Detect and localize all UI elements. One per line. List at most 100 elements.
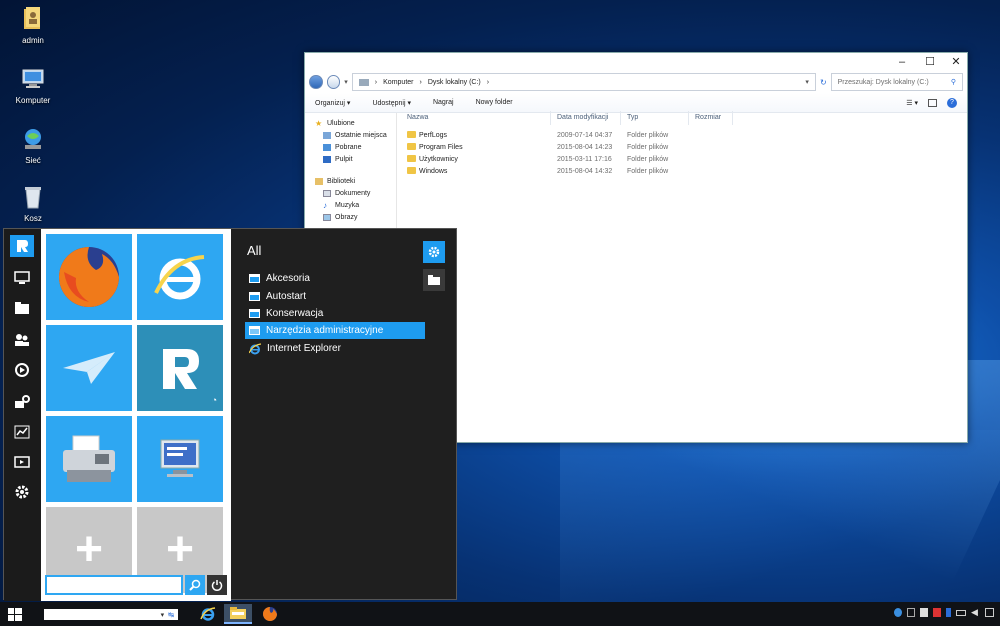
- media-icon[interactable]: [10, 359, 34, 381]
- new-folder-button[interactable]: Nowy folder: [476, 99, 513, 106]
- maximize-button[interactable]: ☐: [917, 53, 943, 71]
- display-icon[interactable]: [10, 451, 34, 473]
- start-search-input[interactable]: [45, 575, 183, 595]
- gear-icon: [428, 246, 440, 258]
- nav-item-desktop[interactable]: Pulpit: [305, 153, 396, 165]
- taskbar-search-input[interactable]: ▾ ↹: [44, 609, 178, 620]
- computer-icon: [20, 66, 46, 92]
- system-tray: ◀: [894, 608, 994, 617]
- chevron-down-icon[interactable]: ▾: [161, 611, 165, 619]
- taskbar-app-firefox[interactable]: [256, 604, 284, 624]
- security-tray-icon[interactable]: [933, 608, 941, 617]
- column-type[interactable]: Typ: [621, 111, 689, 125]
- internet-explorer-icon: [249, 342, 261, 354]
- tile-firefox[interactable]: [46, 234, 132, 320]
- desktop-icon: [323, 155, 331, 163]
- computer-icon[interactable]: [10, 267, 34, 289]
- notification-icon[interactable]: [985, 608, 994, 617]
- go-icon[interactable]: ↹: [168, 611, 174, 619]
- burn-button[interactable]: Nagraj: [433, 99, 454, 106]
- tile-fax[interactable]: [46, 416, 132, 502]
- desktop-icon-admin[interactable]: admin: [8, 6, 58, 45]
- file-row[interactable]: PerfLogs 2009-07-14 04:37 Folder plików: [401, 129, 961, 141]
- app-item-autostart[interactable]: Autostart: [245, 288, 425, 305]
- tile-internet-explorer[interactable]: [137, 234, 223, 320]
- wallpaper-light-beam: [560, 430, 1000, 610]
- bluetooth-icon[interactable]: [946, 608, 951, 617]
- recent-pages-icon[interactable]: ▾: [344, 78, 348, 86]
- tile-start-menu-app[interactable]: ◔: [137, 325, 223, 411]
- address-bar[interactable]: › Komputer › Dysk lokalny (C:) › ▾: [351, 73, 816, 91]
- column-size[interactable]: Rozmiar: [689, 111, 733, 125]
- chevron-right-icon: ›: [374, 78, 378, 86]
- view-options-icon[interactable]: ☰ ▾: [906, 99, 918, 107]
- organize-button[interactable]: Organizuj ▾: [315, 99, 350, 107]
- nav-favorites[interactable]: ★ Ulubione: [305, 117, 396, 129]
- flag-tray-icon[interactable]: [920, 608, 928, 617]
- performance-icon[interactable]: [10, 421, 34, 443]
- paper-plane-icon: [63, 352, 115, 384]
- start-rail: [4, 229, 41, 601]
- search-placeholder: Przeszukaj: Dysk lokalny (C:): [837, 78, 929, 86]
- app-item-internet-explorer[interactable]: Internet Explorer: [245, 340, 425, 357]
- preview-pane-icon[interactable]: [928, 98, 937, 107]
- desktop-icon-recycle-bin[interactable]: Kosz: [8, 184, 58, 223]
- folder-icon[interactable]: [10, 297, 34, 319]
- folder-icon: [249, 292, 260, 301]
- column-name[interactable]: Nazwa: [401, 111, 551, 125]
- gear-icon[interactable]: [10, 481, 34, 503]
- users-icon[interactable]: [10, 329, 34, 351]
- help-icon[interactable]: ?: [947, 97, 957, 108]
- file-row[interactable]: Program Files 2015-08-04 14:23 Folder pl…: [401, 141, 961, 153]
- windows-logo-icon: [8, 608, 22, 621]
- file-row[interactable]: Windows 2015-08-04 14:32 Folder plików: [401, 165, 961, 177]
- desktop-icon-computer[interactable]: Komputer: [8, 66, 58, 105]
- start-menu-app-icon[interactable]: [10, 235, 34, 257]
- power-icon: [211, 580, 223, 591]
- nav-libraries[interactable]: Biblioteki: [305, 175, 396, 187]
- power-button[interactable]: [207, 575, 227, 595]
- documents-icon: [323, 189, 331, 197]
- breadcrumb-drive[interactable]: Dysk lokalny (C:): [428, 79, 481, 86]
- forward-button[interactable]: [326, 75, 341, 89]
- minimize-button[interactable]: –: [889, 53, 915, 71]
- column-modified[interactable]: Data modyfikacji: [551, 111, 621, 125]
- app-item-konserwacja[interactable]: Konserwacja: [245, 305, 425, 322]
- tile-control-panel[interactable]: [137, 416, 223, 502]
- breadcrumb-computer[interactable]: Komputer: [383, 79, 413, 86]
- network-tray-icon[interactable]: [894, 608, 902, 617]
- internet-explorer-icon: [200, 607, 216, 621]
- search-input[interactable]: Przeszukaj: Dysk lokalny (C:) ⚲: [830, 73, 963, 91]
- tools-icon[interactable]: [10, 391, 34, 413]
- taskbar-app-internet-explorer[interactable]: [194, 604, 222, 624]
- nav-item-pictures[interactable]: Obrazy: [305, 211, 396, 223]
- chevron-down-icon[interactable]: ▾: [805, 78, 809, 86]
- app-item-akcesoria[interactable]: Akcesoria: [245, 270, 425, 287]
- control-panel-icon: [160, 439, 200, 477]
- title-bar[interactable]: – ☐ ✕: [305, 53, 967, 71]
- nav-item-music[interactable]: ♪ Muzyka: [305, 199, 396, 211]
- settings-button[interactable]: [423, 241, 445, 263]
- app-item-narzedzia-administracyjne[interactable]: Narzędzia administracyjne: [245, 322, 425, 339]
- nav-item-documents[interactable]: Dokumenty: [305, 187, 396, 199]
- file-row[interactable]: Użytkownicy 2015-03-11 17:16 Folder plik…: [401, 153, 961, 165]
- battery-icon[interactable]: [956, 609, 966, 616]
- start-button[interactable]: [8, 608, 22, 624]
- nav-item-recent[interactable]: Ostatnie miejsca: [305, 129, 396, 141]
- folder-icon: [428, 275, 440, 285]
- back-button[interactable]: [309, 75, 323, 89]
- tile-paper-plane[interactable]: [46, 325, 132, 411]
- desktop-icon-network[interactable]: Sieć: [8, 126, 58, 165]
- search-button[interactable]: [185, 575, 205, 595]
- volume-icon[interactable]: ◀: [971, 608, 980, 617]
- taskbar: ▾ ↹ ◀: [0, 602, 1000, 626]
- folder-icon: [407, 131, 416, 138]
- share-button[interactable]: Udostępnij ▾: [372, 99, 411, 107]
- refresh-icon[interactable]: ↻: [820, 78, 827, 87]
- nav-item-downloads[interactable]: Pobrane: [305, 141, 396, 153]
- desktop-icon-label: Komputer: [15, 96, 51, 105]
- close-button[interactable]: ✕: [943, 53, 969, 71]
- folder-view-button[interactable]: [423, 269, 445, 291]
- grid-tray-icon[interactable]: [907, 608, 915, 617]
- taskbar-app-file-explorer[interactable]: [224, 604, 252, 624]
